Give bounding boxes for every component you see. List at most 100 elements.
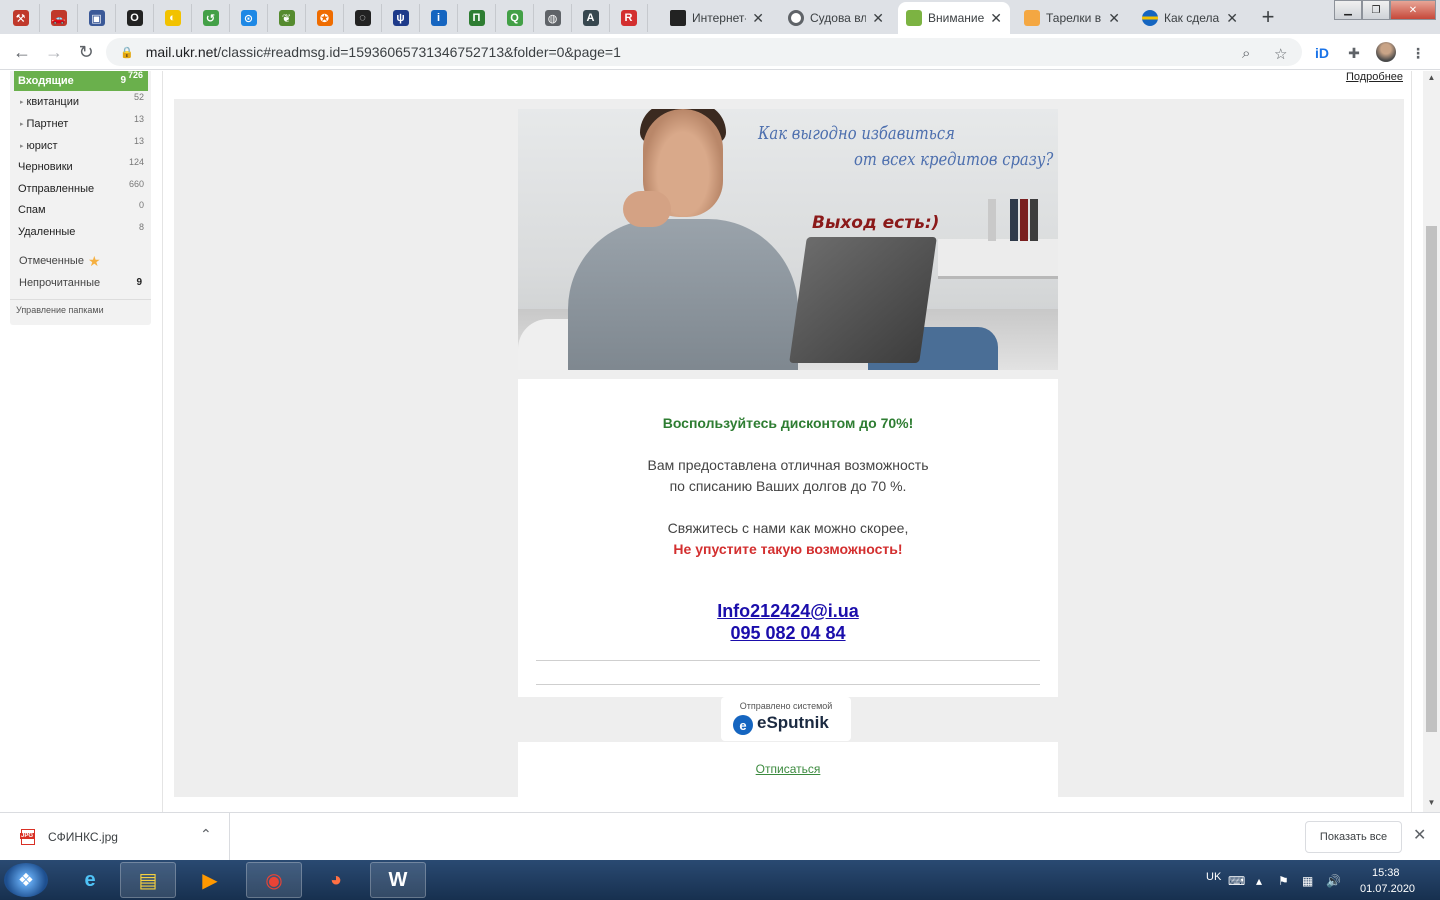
close-tab-icon[interactable]: ✕	[872, 10, 884, 27]
close-tab-icon[interactable]: ✕	[752, 10, 764, 27]
folder-count: 13	[133, 114, 144, 124]
puzzle-extensions-icon[interactable]: ✚	[1344, 43, 1364, 63]
pinned-tab[interactable]: Q	[496, 4, 534, 32]
language-indicator[interactable]: UK	[1206, 871, 1221, 883]
url-text[interactable]: mail.ukr.net/classic#readmsg.id=15936065…	[146, 44, 621, 60]
bookmark-star-icon[interactable]: ☆	[1274, 45, 1287, 63]
pinned-tab[interactable]: i	[420, 4, 458, 32]
internet-explorer-icon[interactable]: e	[62, 862, 118, 898]
minimize-button[interactable]: ▁	[1334, 0, 1362, 20]
pinned-tab[interactable]: ▣	[78, 4, 116, 32]
zoom-search-icon[interactable]: ⌕	[1242, 45, 1250, 62]
pinned-tab[interactable]: ◐	[154, 4, 192, 32]
pinned-tab[interactable]: ❦	[268, 4, 306, 32]
tab-kak-sdelat[interactable]: Как сдела ✕	[1134, 4, 1246, 32]
network-icon[interactable]: ▦	[1302, 874, 1313, 888]
folder-count: 9	[136, 277, 142, 288]
folder-count: 8	[138, 222, 144, 232]
tab-title: Внимание	[928, 11, 985, 25]
tab-sudova[interactable]: Судова вл ✕	[780, 4, 892, 32]
mail-favicon-icon	[906, 10, 922, 26]
call-to-action-text: Не упустите такую возможность!	[673, 541, 903, 557]
maximize-button[interactable]: ❐	[1362, 0, 1390, 20]
clock-date[interactable]: 01.07.2020	[1360, 883, 1415, 895]
pinned-tab[interactable]: A	[572, 4, 610, 32]
pinned-tab[interactable]: ψ	[382, 4, 420, 32]
page-scrollbar[interactable]: ▲ ▼	[1423, 71, 1440, 812]
tray-arrow-icon[interactable]: ▴	[1256, 874, 1262, 888]
banner-laptop	[789, 237, 937, 363]
tab-tarelki[interactable]: Тарелки в ✕	[1016, 4, 1128, 32]
more-details-link[interactable]: Подробнее	[1346, 71, 1403, 83]
chrome-taskbar-icon[interactable]: ◉	[246, 862, 302, 898]
esputnik-logo-icon: e	[733, 715, 753, 735]
ring-icon: ◌	[354, 10, 371, 26]
profile-avatar[interactable]	[1376, 42, 1396, 62]
show-all-downloads-button[interactable]: Показать все	[1305, 821, 1402, 853]
folder-kvitantsii[interactable]: ▸ квитанции 52	[14, 92, 148, 112]
close-tab-icon[interactable]: ✕	[1108, 10, 1120, 27]
clock-time[interactable]: 15:38	[1372, 867, 1400, 879]
pinned-tab[interactable]: ◌	[344, 4, 382, 32]
pinned-tab[interactable]: ⊙	[230, 4, 268, 32]
back-arrow-icon[interactable]: ←	[10, 40, 34, 64]
address-bar[interactable]: 🔒 mail.ukr.net/classic#readmsg.id=159360…	[106, 38, 1302, 66]
action-center-flag-icon[interactable]: ⚑	[1278, 874, 1289, 888]
close-tab-icon[interactable]: ✕	[1226, 10, 1238, 27]
tab-active-mail[interactable]: Внимание ✕	[898, 2, 1010, 34]
pinned-tab[interactable]: ◍	[534, 4, 572, 32]
keyboard-icon[interactable]: ⌨	[1228, 874, 1245, 888]
rst-icon: R	[620, 10, 637, 26]
folder-unread[interactable]: Непрочитанные 9	[14, 273, 148, 293]
menu-kebab-icon[interactable]: ⋮	[1408, 43, 1428, 63]
firefox-icon[interactable]: ◕	[308, 862, 364, 898]
reload-icon[interactable]: ↻	[74, 40, 98, 64]
manage-folders-link[interactable]: Управление папками	[16, 305, 104, 315]
esputnik-badge[interactable]: Отправлено системой e eSputnik	[721, 697, 851, 741]
chevron-up-icon[interactable]: ⌃	[200, 826, 212, 843]
opera-icon: O	[126, 10, 143, 26]
download-filename: СФИНКС.jpg	[48, 830, 118, 844]
scrollbar-thumb[interactable]	[1426, 226, 1437, 732]
email-link[interactable]: Info212424@i.ua	[518, 601, 1058, 622]
media-player-icon[interactable]: ▶	[182, 862, 238, 898]
phone-link[interactable]: 095 082 04 84	[518, 623, 1058, 644]
folder-spam[interactable]: Спам 0	[14, 200, 148, 220]
close-tab-icon[interactable]: ✕	[990, 10, 1002, 27]
folder-partnet[interactable]: ▸ Партнет 13	[14, 114, 148, 134]
pinned-tab[interactable]: O	[116, 4, 154, 32]
folder-inbox[interactable]: Входящие 9 726	[14, 71, 148, 91]
pinned-tab[interactable]: ✪	[306, 4, 344, 32]
close-download-bar-icon[interactable]: ✕	[1413, 825, 1426, 845]
download-item[interactable]: JPG СФИНКС.jpg ⌃	[0, 813, 230, 861]
sent-by-label: Отправлено системой	[739, 701, 833, 711]
scroll-up-icon[interactable]: ▲	[1423, 73, 1440, 82]
tab-internet[interactable]: Интернет- ✕	[662, 4, 772, 32]
folder-sent[interactable]: Отправленные 660	[14, 179, 148, 199]
start-button[interactable]: ❖	[4, 863, 48, 897]
close-window-button[interactable]: ✕	[1390, 0, 1436, 20]
tab-strip: ⚒ 🚗 ▣ O ◐ ↺ ⊙ ❦ ✪ ◌ ψ i П Q ◍ A R Интернет- ✕ Судова вл …	[0, 0, 1440, 34]
folder-yurist[interactable]: ▸ юрист 13	[14, 136, 148, 156]
volume-icon[interactable]: 🔊	[1326, 874, 1341, 888]
unsubscribe-link[interactable]: Отписаться	[756, 762, 821, 776]
pinned-tab[interactable]: П	[458, 4, 496, 32]
scroll-down-icon[interactable]: ▼	[1423, 798, 1440, 807]
folder-count: 13	[133, 136, 144, 146]
pinned-tab[interactable]: ⚒	[2, 4, 40, 32]
folder-flagged[interactable]: Отмеченные ★	[14, 251, 148, 271]
id-extension-icon[interactable]: iD	[1312, 43, 1332, 63]
pinned-tab[interactable]: 🚗	[40, 4, 78, 32]
orange-badge-icon: ✪	[316, 10, 333, 26]
map-pin-icon: ⊙	[240, 10, 257, 26]
new-tab-button[interactable]: +	[1254, 4, 1282, 29]
forward-arrow-icon[interactable]: →	[42, 40, 66, 64]
pinned-tab[interactable]: R	[610, 4, 648, 32]
folder-deleted[interactable]: Удаленные 8	[14, 222, 148, 242]
pinned-tab[interactable]: ↺	[192, 4, 230, 32]
folder-drafts[interactable]: Черновики 124	[14, 157, 148, 177]
browser-toolbar: ← → ↻ 🔒 mail.ukr.net/classic#readmsg.id=…	[0, 34, 1440, 70]
explorer-folder-icon[interactable]: ▤	[120, 862, 176, 898]
word-icon[interactable]: W	[370, 862, 426, 898]
banner-person-body	[568, 219, 798, 370]
